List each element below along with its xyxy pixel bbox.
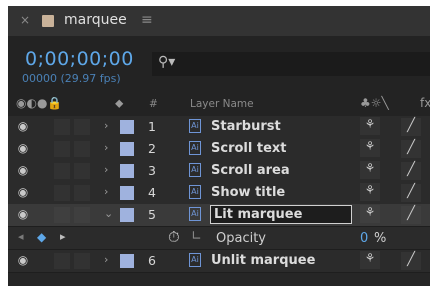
layer-number: 3 <box>148 163 156 178</box>
label-color-swatch[interactable] <box>120 254 134 268</box>
layer-type-icon: Ai <box>189 185 201 199</box>
layer-number: 1 <box>148 119 156 134</box>
label-color-swatch[interactable] <box>120 186 134 200</box>
quality-switch-icon[interactable]: ╱ <box>401 184 421 202</box>
visibility-eye-icon[interactable]: ◉ <box>14 253 32 269</box>
frame-rate-label: 00000 (29.97 fps) <box>22 72 121 85</box>
layer-name[interactable]: Starburst <box>211 119 281 134</box>
expand-chevron-icon[interactable]: › <box>104 185 108 198</box>
visibility-eye-icon[interactable]: ◉ <box>14 207 32 223</box>
shy-switch-icon[interactable]: ⚘ <box>360 161 380 179</box>
tab-marquee[interactable]: marquee <box>64 12 127 28</box>
shy-switch-icon[interactable]: ⚘ <box>360 251 380 269</box>
audio-toggle[interactable] <box>54 119 70 135</box>
expand-chevron-icon[interactable]: › <box>104 141 108 154</box>
quality-switch-icon[interactable]: ╱ <box>401 162 421 180</box>
previous-keyframe-icon[interactable]: ◂ <box>18 230 24 243</box>
layer-number: 6 <box>148 253 156 268</box>
av-switches-icons: ◉◐●🔒 <box>16 96 63 110</box>
timeline-panel: × marquee ≡ 0;00;00;00 00000 (29.97 fps)… <box>8 6 430 286</box>
label-color-swatch[interactable] <box>120 208 134 222</box>
layer-name-edit-field[interactable]: Lit marquee <box>210 205 352 224</box>
shy-switch-icon[interactable]: ⚘ <box>360 117 380 135</box>
visibility-eye-icon[interactable]: ◉ <box>14 163 32 179</box>
audio-toggle[interactable] <box>54 163 70 179</box>
quality-switch-icon[interactable]: ╱ <box>401 252 421 270</box>
layer-type-icon: Ai <box>189 141 201 155</box>
column-header: ◉◐●🔒 ⬥ # Layer Name ♣☼╲ fx <box>8 92 430 116</box>
label-color-swatch[interactable] <box>120 120 134 134</box>
tab-bar: × marquee ≡ <box>8 6 430 36</box>
layer-type-icon: Ai <box>189 207 201 221</box>
opacity-unit: % <box>374 231 387 246</box>
visibility-eye-icon[interactable]: ◉ <box>14 185 32 201</box>
shy-switch-icon[interactable]: ⚘ <box>360 183 380 201</box>
fx-icon: fx <box>420 96 430 110</box>
layer-name[interactable]: Show title <box>211 185 285 200</box>
layer-number: 5 <box>148 207 156 222</box>
layer-row[interactable]: ◉ › 4 Ai Show title ⚘ ╱ <box>8 182 430 205</box>
layer-row[interactable]: ◉ › 2 Ai Scroll text ⚘ ╱ <box>8 138 430 161</box>
audio-toggle[interactable] <box>54 253 70 269</box>
audio-toggle[interactable] <box>54 207 70 223</box>
layer-name[interactable]: Unlit marquee <box>211 253 315 268</box>
property-name: Opacity <box>216 231 267 246</box>
search-icon[interactable]: ⚲▾ <box>158 54 175 70</box>
layer-row[interactable]: ◉ › 3 Ai Scroll area ⚘ ╱ <box>8 160 430 183</box>
opacity-value[interactable]: 0 <box>360 231 368 246</box>
label-tag-icon[interactable]: ⬥ <box>115 96 123 111</box>
opacity-property-row[interactable]: ◂ ◆ ▸ ⏱ ∟ Opacity 0 % <box>8 227 430 250</box>
audio-toggle[interactable] <box>54 185 70 201</box>
lock-toggle[interactable] <box>74 141 90 157</box>
panel-menu-icon[interactable]: ≡ <box>141 12 153 28</box>
layer-number: 4 <box>148 185 156 200</box>
collapse-chevron-icon[interactable]: ⌄ <box>104 207 113 220</box>
expand-chevron-icon[interactable]: › <box>104 253 108 266</box>
expand-chevron-icon[interactable]: › <box>104 163 108 176</box>
next-keyframe-icon[interactable]: ▸ <box>60 230 66 243</box>
comp-color-swatch <box>42 15 54 27</box>
expand-chevron-icon[interactable]: › <box>104 119 108 132</box>
lock-toggle[interactable] <box>74 207 90 223</box>
layer-type-icon: Ai <box>189 163 201 177</box>
timecode-area: 0;00;00;00 00000 (29.97 fps) ⚲▾ <box>8 36 430 92</box>
stopwatch-icon[interactable]: ⏱ <box>168 228 180 246</box>
current-time-display[interactable]: 0;00;00;00 <box>25 48 134 70</box>
visibility-eye-icon[interactable]: ◉ <box>14 141 32 157</box>
quality-switch-icon[interactable]: ╱ <box>401 140 421 158</box>
layer-number: 2 <box>148 141 156 156</box>
close-icon[interactable]: × <box>20 13 30 27</box>
layer-name-header[interactable]: Layer Name <box>190 98 254 110</box>
layer-name[interactable]: Scroll area <box>211 163 290 178</box>
layer-row[interactable]: ◉ › 1 Ai Starburst ⚘ ╱ <box>8 116 430 139</box>
audio-toggle[interactable] <box>54 141 70 157</box>
label-color-swatch[interactable] <box>120 164 134 178</box>
keyframe-diamond-icon[interactable]: ◆ <box>37 230 46 244</box>
quality-switch-icon[interactable]: ╱ <box>401 118 421 136</box>
lock-toggle[interactable] <box>74 253 90 269</box>
lock-toggle[interactable] <box>74 185 90 201</box>
layer-switches-icons: ♣☼╲ <box>360 96 389 110</box>
shy-switch-icon[interactable]: ⚘ <box>360 139 380 157</box>
layer-row[interactable]: ◉ › 6 Ai Unlit marquee ⚘ ╱ <box>8 250 430 273</box>
shy-switch-icon[interactable]: ⚘ <box>360 205 380 223</box>
label-color-swatch[interactable] <box>120 142 134 156</box>
layer-name[interactable]: Scroll text <box>211 141 286 156</box>
layer-row-selected[interactable]: ◉ ⌄ 5 Ai Lit marquee ⚘ ╱ <box>8 204 430 227</box>
quality-switch-icon[interactable]: ╱ <box>401 206 421 224</box>
graph-icon[interactable]: ∟ <box>191 229 202 244</box>
layer-type-icon: Ai <box>189 253 201 267</box>
lock-toggle[interactable] <box>74 163 90 179</box>
layer-number-header: # <box>149 98 158 110</box>
visibility-eye-icon[interactable]: ◉ <box>14 119 32 135</box>
lock-toggle[interactable] <box>74 119 90 135</box>
layer-type-icon: Ai <box>189 119 201 133</box>
search-field[interactable]: ⚲▾ <box>152 52 430 76</box>
